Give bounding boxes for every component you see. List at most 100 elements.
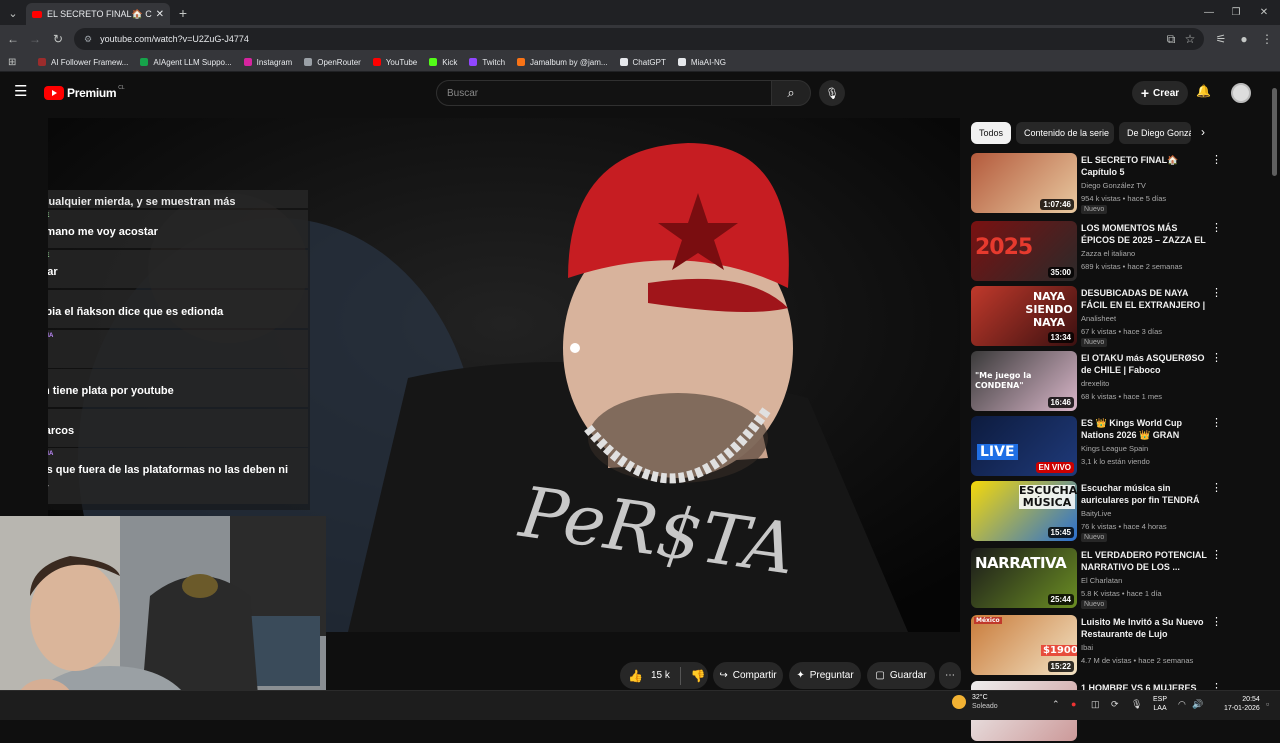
bookmark-item[interactable]: AI Follower Framew... xyxy=(38,58,128,67)
recommendation-item[interactable]: EN VIVO LIVE ES 👑 Kings World Cup Nations … xyxy=(971,416,1231,478)
recommendation-item[interactable]: 35:00 2025 LOS MOMENTOS MÁS ÉPICOS DE 2025… xyxy=(971,221,1231,283)
account-avatar[interactable] xyxy=(1231,83,1251,103)
video-title[interactable]: EL VERDADERO POTENCIAL NARRATIVO DE LOS … xyxy=(1081,549,1207,573)
video-thumbnail[interactable]: 15:22 México $1900 xyxy=(971,615,1077,675)
search-input[interactable]: Buscar xyxy=(436,80,772,106)
create-button[interactable]: + Crear xyxy=(1132,81,1188,105)
ask-button[interactable]: ✦ Preguntar xyxy=(789,662,861,689)
notification-center-icon[interactable]: ▫ xyxy=(1266,699,1269,709)
video-thumbnail[interactable]: 13:34 NAYA SIENDO NAYA xyxy=(971,286,1077,346)
more-actions-button[interactable]: ⋯ xyxy=(939,662,961,689)
more-options-kebab-icon[interactable]: ⋮ xyxy=(1211,286,1222,299)
bookmark-item[interactable]: OpenRouter xyxy=(304,58,361,67)
save-button[interactable]: ▢ Guardar xyxy=(867,662,935,689)
video-thumbnail[interactable]: 1:07:46 xyxy=(971,153,1077,213)
tab-list-chevron-icon[interactable]: ⌄ xyxy=(4,4,22,22)
browser-menu-icon[interactable]: ⋮ xyxy=(1258,30,1276,48)
tab-title: EL SECRETO FINAL🏠 Capítulo 5 xyxy=(47,8,152,19)
bookmark-label: Twitch xyxy=(482,57,506,67)
tray-app-red-icon[interactable]: ● xyxy=(1071,699,1076,709)
close-window-icon[interactable]: ✕ xyxy=(1252,3,1276,21)
bookmark-item[interactable]: AIAgent LLM Suppo... xyxy=(140,58,232,67)
video-meta: 4.7 M de vistas • hace 2 semanas xyxy=(1081,656,1194,665)
tray-microphone-icon[interactable]: 🎙 xyxy=(1131,699,1142,710)
video-title[interactable]: Luisito Me Invitó a Su Nuevo Restaurante… xyxy=(1081,616,1207,640)
tray-app-icon[interactable]: ◫ xyxy=(1091,699,1100,710)
video-title[interactable]: El OTAKU más ASQUERØSO de CHILE | Faboco xyxy=(1081,352,1207,376)
weather-widget[interactable]: 32°C Soleado xyxy=(952,693,998,711)
bookmark-item[interactable]: Instagram xyxy=(243,58,292,67)
bookmark-item[interactable]: Twitch xyxy=(469,58,505,67)
new-badge: Nuevo xyxy=(1081,600,1108,609)
tray-overflow-chevron-icon[interactable]: ⌃ xyxy=(1052,699,1060,710)
bookmark-item[interactable]: Kick xyxy=(429,58,457,67)
search-button[interactable]: ⌕ xyxy=(771,80,811,106)
more-horizontal-icon: ⋯ xyxy=(945,670,955,681)
video-title[interactable]: LOS MOMENTOS MÁS ÉPICOS DE 2025 – ZAZZA … xyxy=(1081,222,1207,247)
dislike-button[interactable]: 👎 xyxy=(691,669,706,683)
chip-series[interactable]: Contenido de la serie xyxy=(1016,122,1114,144)
wifi-icon[interactable]: ◠ xyxy=(1178,699,1186,710)
video-thumbnail[interactable]: EN VIVO LIVE xyxy=(971,416,1077,476)
chips-next-chevron-icon[interactable]: › xyxy=(1201,125,1205,139)
recommendation-item[interactable]: 25:44 NARRATIVA EL VERDADERO POTENCIAL NAR… xyxy=(971,548,1231,610)
chat-message-text: subo cualquier mierda, y se muestran más xyxy=(48,196,236,208)
site-info-icon[interactable]: ⚙ xyxy=(84,34,92,45)
new-tab-icon[interactable]: + xyxy=(174,4,192,22)
video-thumbnail[interactable]: 25:44 NARRATIVA xyxy=(971,548,1077,608)
thumbs-up-icon: 👍 xyxy=(628,668,643,683)
more-options-kebab-icon[interactable]: ⋮ xyxy=(1211,548,1222,561)
menu-hamburger-icon[interactable]: ☰ xyxy=(14,84,30,99)
profile-icon[interactable]: ● xyxy=(1235,30,1253,48)
input-language[interactable]: ESP LAA xyxy=(1153,695,1167,713)
more-options-kebab-icon[interactable]: ⋮ xyxy=(1211,351,1222,364)
like-dislike-group: 👍 15 k 👎 xyxy=(620,662,708,689)
recommendation-item[interactable]: 13:34 NAYA SIENDO NAYA DESUBICADAS DE NAYA… xyxy=(971,286,1231,348)
channel-name: Ibai xyxy=(1081,643,1094,652)
reload-icon[interactable]: ↻ xyxy=(49,30,67,48)
video-thumbnail[interactable]: 16:46 "Me juego la CONDENA" xyxy=(971,351,1077,411)
video-thumbnail[interactable]: 35:00 2025 xyxy=(971,221,1077,281)
close-tab-icon[interactable]: ✕ xyxy=(156,9,164,20)
recommendation-item[interactable]: 1:07:46 EL SECRETO FINAL🏠 Capítulo 5 Diego… xyxy=(971,153,1231,215)
address-bar[interactable]: ⚙ youtube.com/watch?v=U2ZuG-J4774 xyxy=(74,28,1204,50)
video-title[interactable]: ES 👑 Kings World Cup Nations 2026 👑 GRAN… xyxy=(1081,417,1207,442)
bookmark-item[interactable]: YouTube xyxy=(372,58,417,67)
more-options-kebab-icon[interactable]: ⋮ xyxy=(1211,416,1222,429)
more-options-kebab-icon[interactable]: ⋮ xyxy=(1211,221,1222,234)
apps-grid-icon[interactable]: ⊞ xyxy=(8,57,18,68)
youtube-premium-logo[interactable]: Premium CL xyxy=(44,85,125,100)
taskbar-clock[interactable]: 20:54 17-01-2026 xyxy=(1224,695,1260,713)
forward-arrow-icon[interactable]: → xyxy=(26,30,44,48)
bookmark-favicon-icon xyxy=(372,58,381,66)
back-arrow-icon[interactable]: ← xyxy=(4,30,22,48)
cast-icon[interactable]: ⧉ xyxy=(1162,30,1180,48)
notifications-bell-icon[interactable]: 🔔 xyxy=(1196,84,1211,98)
more-options-kebab-icon[interactable]: ⋮ xyxy=(1211,615,1222,628)
bookmark-item[interactable]: Jamalbum by @jam... xyxy=(517,58,608,67)
tray-sync-icon[interactable]: ⟳ xyxy=(1111,699,1119,710)
browser-tab-active[interactable]: EL SECRETO FINAL🏠 Capítulo 5 ✕ xyxy=(26,3,170,25)
video-thumbnail[interactable]: 15:45 ESCUCHAR MÚSICA xyxy=(971,481,1077,541)
video-title[interactable]: DESUBICADAS DE NAYA FÁCIL EN EL EXTRANJE… xyxy=(1081,287,1207,312)
bookmark-item[interactable]: ChatGPT xyxy=(619,58,666,67)
voice-search-button[interactable]: 🎙 xyxy=(819,80,845,106)
recommendation-item[interactable]: 15:22 México $1900 Luisito Me Invitó a Su N… xyxy=(971,615,1231,677)
restore-window-icon[interactable]: ❐ xyxy=(1224,3,1248,21)
video-title[interactable]: Escuchar música sin auriculares por fin … xyxy=(1081,482,1207,507)
more-options-kebab-icon[interactable]: ⋮ xyxy=(1211,153,1222,166)
minimize-window-icon[interactable]: — xyxy=(1197,3,1221,21)
like-button[interactable]: 👍 15 k xyxy=(628,669,670,683)
bookmark-item[interactable]: MiaAI-NG xyxy=(677,58,726,67)
extensions-icon[interactable]: ⚟ xyxy=(1212,30,1230,48)
chip-channel[interactable]: De Diego González xyxy=(1119,122,1191,144)
chip-todos[interactable]: Todos xyxy=(971,122,1011,144)
more-options-kebab-icon[interactable]: ⋮ xyxy=(1211,481,1222,494)
share-button[interactable]: ↪ Compartir xyxy=(713,662,783,689)
volume-icon[interactable]: 🔊 xyxy=(1192,699,1203,710)
video-title[interactable]: EL SECRETO FINAL🏠 Capítulo 5 xyxy=(1081,154,1207,178)
page-scrollbar[interactable] xyxy=(1272,88,1277,176)
recommendation-item[interactable]: 15:45 ESCUCHAR MÚSICAEscuchar música sin … xyxy=(971,481,1231,543)
bookmark-star-icon[interactable]: ☆ xyxy=(1181,30,1199,48)
recommendation-item[interactable]: 16:46 "Me juego la CONDENA" El OTAKU más A… xyxy=(971,351,1231,413)
